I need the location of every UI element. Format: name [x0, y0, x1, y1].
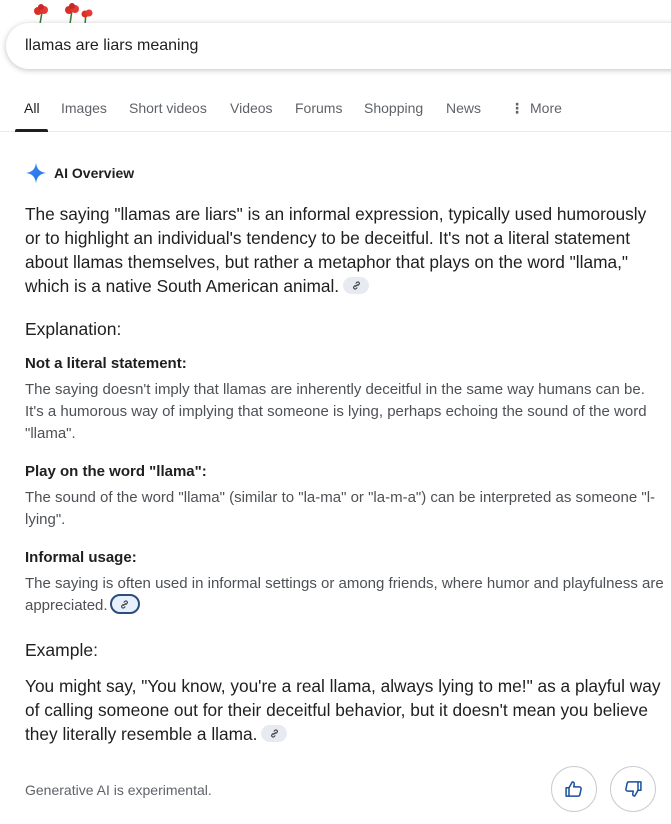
search-tabs: All Images Short videos Videos Forums Sh…: [0, 94, 671, 132]
lead-text: The saying "llamas are liars" is an info…: [25, 204, 647, 296]
point-heading: Informal usage:: [25, 549, 137, 566]
thumbs-down-button[interactable]: [610, 766, 656, 812]
point-heading: Play on the word "llama":: [25, 463, 207, 480]
more-vert-icon: ⋮: [510, 100, 524, 116]
ai-overview-lead: The saying "llamas are liars" is an info…: [25, 202, 665, 298]
tab-forums[interactable]: Forums: [295, 100, 342, 116]
point-text: The sound of the word "llama" (similar t…: [25, 489, 656, 528]
tab-news[interactable]: News: [446, 100, 481, 116]
link-icon: [121, 599, 128, 609]
explanation-heading: Explanation:: [25, 319, 122, 339]
link-icon: [271, 729, 278, 738]
source-link-chip[interactable]: [261, 724, 288, 742]
tab-more-label: More: [530, 100, 562, 116]
example-paragraph: You might say, "You know, you're a real …: [25, 674, 665, 746]
tab-more[interactable]: ⋮ More: [510, 100, 562, 117]
doodle-flowers-icon[interactable]: [30, 2, 100, 24]
search-results-page: All Images Short videos Videos Forums Sh…: [0, 0, 671, 824]
tab-videos[interactable]: Videos: [230, 100, 273, 116]
thumbs-down-icon: [625, 781, 642, 797]
generative-ai-note: Generative AI is experimental.: [25, 782, 212, 798]
example-text: You might say, "You know, you're a real …: [25, 676, 661, 744]
ai-overview-title: AI Overview: [54, 165, 135, 181]
ai-overview-header: AI Overview: [25, 162, 134, 184]
thumbs-up-button[interactable]: [551, 766, 597, 812]
tab-short-videos[interactable]: Short videos: [129, 100, 207, 116]
example-heading: Example:: [25, 640, 98, 660]
thumbs-up-icon: [565, 781, 582, 797]
point-text: The saying doesn't imply that llamas are…: [25, 381, 647, 442]
ai-sparkle-icon: [25, 162, 47, 184]
source-link-chip[interactable]: [343, 276, 370, 294]
search-box[interactable]: [6, 23, 671, 69]
search-input[interactable]: [25, 37, 585, 55]
link-icon: [352, 281, 360, 290]
source-link-chip[interactable]: [109, 594, 140, 615]
active-tab-indicator: [15, 129, 48, 132]
point-block: The saying is often used in informal set…: [25, 573, 665, 617]
tab-shopping[interactable]: Shopping: [364, 100, 423, 116]
tab-all[interactable]: All: [24, 100, 40, 116]
tab-images[interactable]: Images: [61, 100, 107, 116]
point-heading: Not a literal statement:: [25, 355, 187, 372]
